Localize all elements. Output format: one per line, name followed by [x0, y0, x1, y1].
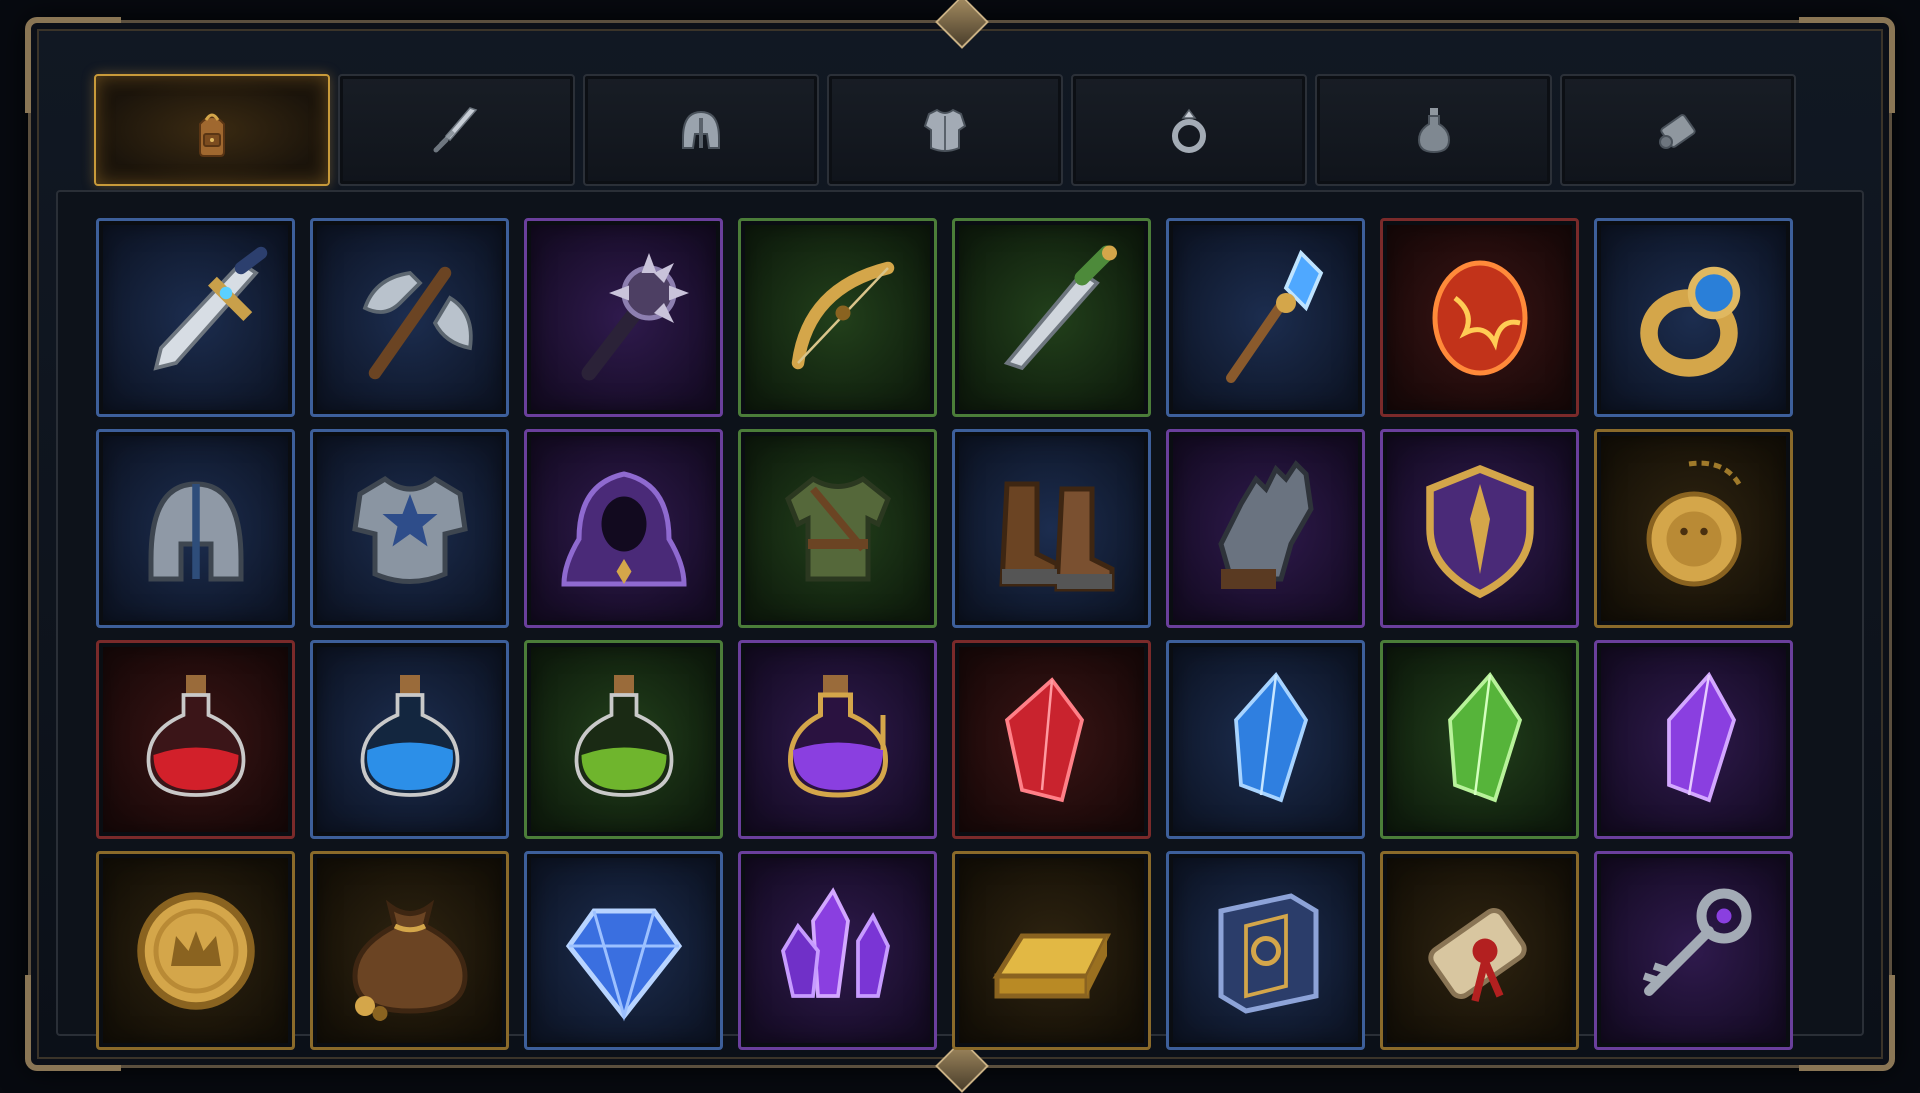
inventory-slot[interactable]	[96, 851, 295, 1050]
helmet-icon	[681, 110, 720, 149]
category-tabs	[94, 74, 1796, 186]
inventory-slot[interactable]	[1594, 218, 1793, 417]
ring-icon	[1172, 108, 1207, 153]
tab-potions[interactable]	[1315, 74, 1552, 186]
gauntlet-icon	[1217, 459, 1314, 589]
crystal-staff-icon	[1225, 249, 1323, 383]
frame-ornament-top	[935, 0, 989, 49]
dagger-icon	[152, 246, 267, 371]
knight-helmet-icon	[148, 480, 243, 581]
crystal-cluster-icon	[780, 886, 890, 998]
inventory-slot[interactable]	[1594, 851, 1793, 1050]
battle-axe-icon	[362, 266, 473, 379]
inventory-slot[interactable]	[952, 640, 1151, 839]
inventory-slot[interactable]	[1166, 640, 1365, 839]
sapphire-crystal-icon	[1233, 671, 1308, 802]
inventory-slot[interactable]	[952, 851, 1151, 1050]
boots-icon	[998, 481, 1114, 591]
inventory-slot[interactable]	[524, 851, 723, 1050]
lion-amulet-icon	[1646, 460, 1741, 586]
inventory-slot[interactable]	[952, 429, 1151, 628]
bow-icon	[791, 261, 894, 369]
shield-icon	[1425, 464, 1534, 598]
ruby-crystal-icon	[1004, 676, 1084, 802]
gold-bar-icon	[991, 933, 1111, 998]
inventory-panel	[56, 190, 1864, 1050]
emerald-crystal-icon	[1447, 671, 1522, 802]
purple-elixir-icon	[787, 674, 888, 798]
tab-bag[interactable]	[94, 74, 331, 186]
hooded-cloak-icon	[560, 470, 687, 586]
tab-rings[interactable]	[1071, 74, 1308, 186]
inventory-slot[interactable]	[96, 640, 295, 839]
inventory-slot[interactable]	[310, 640, 509, 839]
inventory-slot[interactable]	[310, 851, 509, 1050]
inventory-slot[interactable]	[1380, 851, 1579, 1050]
sealed-scroll-icon	[1427, 907, 1527, 1002]
chest-armor-icon	[923, 108, 967, 152]
amethyst-crystal-icon	[1666, 671, 1736, 802]
inventory-slot[interactable]	[738, 851, 937, 1050]
gold-coin-icon	[136, 891, 255, 1010]
spellbook-icon	[1218, 892, 1318, 1014]
health-potion-icon	[146, 674, 245, 797]
tab-helmets[interactable]	[582, 74, 819, 186]
sword-icon	[433, 107, 478, 153]
coin-pouch-icon	[351, 899, 468, 1021]
inventory-slot[interactable]	[738, 218, 937, 417]
inventory-slot[interactable]	[1380, 218, 1579, 417]
inventory-slot[interactable]	[1594, 640, 1793, 839]
potion-icon	[1417, 108, 1450, 154]
tab-armor[interactable]	[826, 74, 1064, 186]
plate-armor-icon	[351, 475, 468, 584]
inventory-slot[interactable]	[738, 429, 937, 628]
inventory-slot[interactable]	[952, 218, 1151, 417]
fire-gem-icon	[1432, 260, 1527, 375]
green-dagger-icon	[1003, 245, 1117, 370]
inventory-grid	[96, 218, 1793, 1050]
scroll-icon	[1658, 114, 1696, 149]
tab-weapons[interactable]	[338, 74, 575, 186]
inventory-slot[interactable]	[96, 218, 295, 417]
inventory-slot[interactable]	[1166, 218, 1365, 417]
inventory-slot[interactable]	[738, 640, 937, 839]
frame-corner-top-right	[1799, 17, 1895, 113]
sapphire-ring-icon	[1639, 266, 1740, 377]
leather-tunic-icon	[784, 475, 891, 581]
inventory-slot[interactable]	[524, 218, 723, 417]
tab-scrolls[interactable]	[1559, 74, 1796, 186]
inventory-slot[interactable]	[310, 218, 509, 417]
inventory-slot[interactable]	[310, 429, 509, 628]
inventory-slot[interactable]	[1380, 429, 1579, 628]
stamina-potion-icon	[574, 674, 673, 797]
spiked-mace-icon	[581, 252, 689, 380]
inventory-slot[interactable]	[1166, 851, 1365, 1050]
inventory-slot[interactable]	[524, 640, 723, 839]
inventory-slot[interactable]	[1594, 429, 1793, 628]
inventory-slot[interactable]	[524, 429, 723, 628]
mana-potion-icon	[360, 674, 459, 797]
inventory-slot[interactable]	[1166, 429, 1365, 628]
inventory-slot[interactable]	[1380, 640, 1579, 839]
diamond-icon	[565, 908, 682, 1021]
ornate-key-icon	[1642, 888, 1751, 996]
inventory-slot[interactable]	[96, 429, 295, 628]
backpack-icon	[199, 113, 226, 157]
